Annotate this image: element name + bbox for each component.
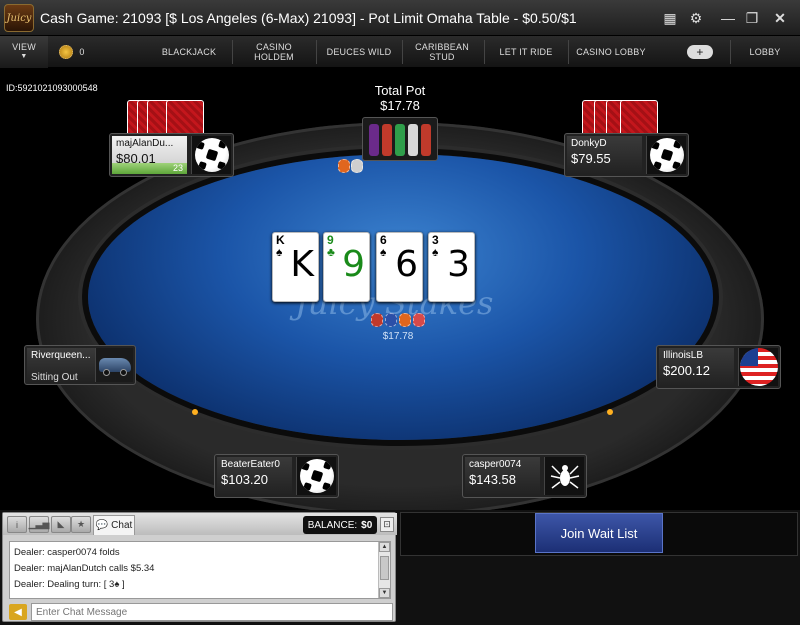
nav-blackjack[interactable]: BLACKJACK bbox=[150, 36, 228, 68]
info-tab-icon[interactable]: i bbox=[7, 516, 27, 533]
player-stack: $143.58 bbox=[469, 472, 516, 487]
nav-caribbean-stud[interactable]: CARIBBEAN STUD bbox=[406, 36, 478, 68]
soccer-ball-icon bbox=[646, 136, 686, 174]
juicy-stakes-logo: Juicy bbox=[4, 4, 34, 32]
soccer-ball-icon bbox=[191, 136, 231, 174]
board-card: 9 ♣ 9 bbox=[323, 232, 370, 302]
nav-casino-holdem[interactable]: CASINO HOLDEM bbox=[236, 36, 312, 68]
poker-client-window: Juicy Cash Game: 21093 [$ Los Angeles (6… bbox=[0, 0, 800, 625]
title-bar: Juicy Cash Game: 21093 [$ Los Angeles (6… bbox=[0, 0, 800, 36]
chip-count: 0 bbox=[79, 47, 85, 57]
chip-balance: 0 bbox=[52, 36, 92, 68]
cashier-icon[interactable]: ⊡ bbox=[380, 517, 394, 532]
chat-line: Dealer: Dealing turn: [ 3♠ ] bbox=[14, 579, 125, 590]
tab-chat-label: Chat bbox=[111, 520, 133, 531]
star-tab-icon[interactable]: ★ bbox=[71, 516, 91, 533]
seat-indicator-dot bbox=[192, 409, 198, 415]
balance-display: BALANCE: $0 bbox=[303, 516, 377, 534]
action-timer: 23 bbox=[112, 163, 187, 174]
window-title: Cash Game: 21093 [$ Los Angeles (6-Max) … bbox=[40, 10, 577, 26]
seat-top-right[interactable]: DonkyD $79.55 bbox=[564, 133, 689, 177]
game-nav-bar: VIEW ▼ 0 BLACKJACK CASINO HOLDEM DEUCES … bbox=[0, 36, 800, 68]
player-stack: $200.12 bbox=[663, 363, 710, 378]
scroll-down-icon[interactable]: ▼ bbox=[379, 588, 390, 598]
seat-bottom-right[interactable]: casper0074 $143.58 bbox=[462, 454, 587, 498]
chat-log: Dealer: casper0074 folds Dealer: majAlan… bbox=[9, 541, 391, 599]
history-tab-icon[interactable]: ◣ bbox=[51, 516, 71, 533]
player-name: BeaterEater0 bbox=[221, 459, 280, 470]
speech-bubble-icon: 💬 bbox=[95, 520, 109, 531]
seat-right[interactable]: IllinoisLB $200.12 bbox=[656, 345, 781, 389]
layout-icon[interactable]: ▦ bbox=[660, 8, 680, 28]
spider-icon bbox=[544, 457, 584, 495]
player-name: IllinoisLB bbox=[663, 350, 704, 361]
seat-left[interactable]: Riverqueen... Sitting Out bbox=[24, 345, 136, 385]
seat-bottom-left[interactable]: BeaterEater0 $103.20 bbox=[214, 454, 339, 498]
player-name: DonkyD bbox=[571, 138, 607, 149]
scroll-up-icon[interactable]: ▲ bbox=[379, 542, 390, 552]
player-stack: $103.20 bbox=[221, 472, 268, 487]
lobby-button[interactable]: LOBBY bbox=[734, 36, 796, 68]
player-stack: $79.55 bbox=[571, 151, 611, 166]
chat-input[interactable] bbox=[31, 603, 393, 621]
player-name: Riverqueen... bbox=[31, 350, 91, 361]
chat-line: Dealer: casper0074 folds bbox=[14, 547, 120, 558]
view-menu-button[interactable]: VIEW ▼ bbox=[0, 36, 48, 68]
view-label: VIEW bbox=[12, 42, 36, 52]
chat-panel: i ▁▃▅ ◣ ★ 💬 Chat BALANCE: $0 ⊡ Dealer: c… bbox=[2, 512, 397, 622]
player-bet-chips bbox=[338, 159, 363, 173]
player-status: Sitting Out bbox=[31, 372, 78, 383]
poker-table-area: Juicy Stakes ID:5921021093000548 Total P… bbox=[0, 69, 800, 516]
chat-scrollbar[interactable]: ▲ ▼ bbox=[378, 542, 390, 598]
table-id: ID:5921021093000548 bbox=[6, 83, 98, 93]
pot-chips bbox=[370, 313, 426, 329]
player-name: casper0074 bbox=[469, 459, 522, 470]
gear-icon[interactable]: ⚙ bbox=[686, 8, 706, 28]
pot-amount: $17.78 bbox=[382, 331, 414, 342]
chip-icon bbox=[59, 45, 74, 59]
add-table-icon: + bbox=[687, 45, 713, 59]
restore-button[interactable]: ❐ bbox=[742, 8, 762, 28]
chat-line: Dealer: majAlanDutch calls $5.34 bbox=[14, 563, 155, 574]
chat-input-row: ◀ bbox=[7, 603, 393, 621]
player-name: majAlanDu... bbox=[116, 138, 174, 149]
us-flag-icon bbox=[738, 348, 778, 386]
nav-let-it-ride[interactable]: LET IT RIDE bbox=[488, 36, 564, 68]
stats-tab-icon[interactable]: ▁▃▅ bbox=[29, 516, 49, 533]
total-pot-value: $17.78 bbox=[380, 98, 420, 113]
bottom-panel: i ▁▃▅ ◣ ★ 💬 Chat BALANCE: $0 ⊡ Dealer: c… bbox=[0, 510, 800, 625]
car-icon bbox=[95, 348, 133, 382]
card-back bbox=[166, 100, 204, 136]
soccer-ball-icon bbox=[296, 457, 336, 495]
close-button[interactable]: ✕ bbox=[770, 8, 790, 28]
card-back bbox=[620, 100, 658, 136]
chevron-down-icon: ▼ bbox=[20, 53, 28, 60]
seat-indicator-dot bbox=[607, 409, 613, 415]
nav-casino-lobby[interactable]: CASINO LOBBY bbox=[572, 36, 650, 68]
minimize-button[interactable]: — bbox=[718, 8, 738, 28]
seat-top-left[interactable]: majAlanDu... $80.01 23 bbox=[109, 133, 234, 177]
megaphone-icon[interactable]: ◀ bbox=[9, 604, 27, 620]
balance-label: BALANCE: bbox=[307, 519, 358, 531]
balance-value: $0 bbox=[361, 519, 373, 531]
dealer-chip-tray bbox=[362, 117, 438, 161]
nav-deuces-wild[interactable]: DEUCES WILD bbox=[320, 36, 398, 68]
board-card: K ♠ K bbox=[272, 232, 319, 302]
board-card: 6 ♠ 6 bbox=[376, 232, 423, 302]
tab-chat[interactable]: 💬 Chat bbox=[93, 515, 135, 535]
board-card: 3 ♠ 3 bbox=[428, 232, 475, 302]
scroll-thumb[interactable] bbox=[380, 556, 389, 580]
panel-tabs: i ▁▃▅ ◣ ★ 💬 Chat BALANCE: $0 ⊡ bbox=[3, 513, 397, 535]
add-table-button[interactable]: + bbox=[676, 36, 724, 68]
join-wait-list-button[interactable]: Join Wait List bbox=[535, 513, 663, 553]
total-pot-label: Total Pot bbox=[374, 83, 426, 98]
